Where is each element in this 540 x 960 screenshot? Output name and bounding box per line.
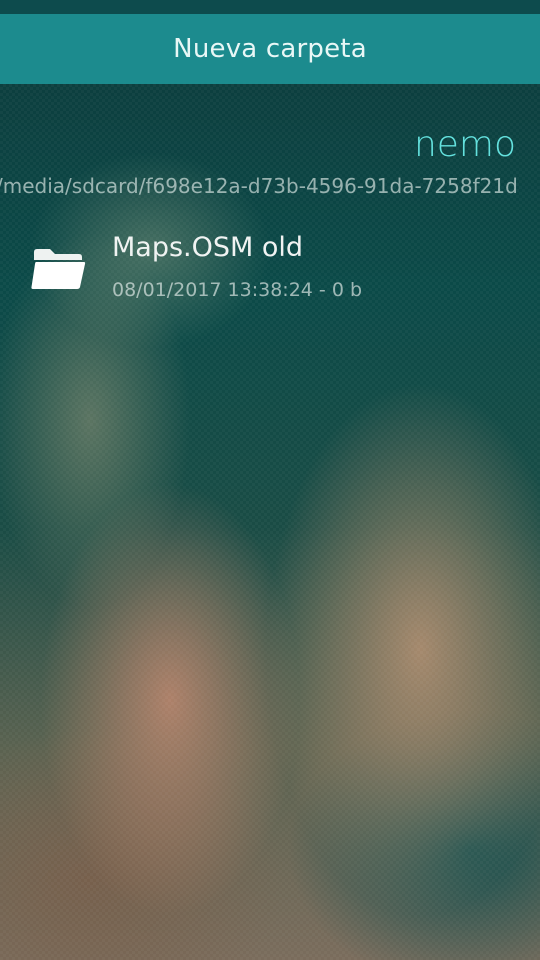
- folder-icon: [30, 246, 86, 292]
- pulley-menu-item-new-folder[interactable]: Nueva carpeta: [0, 14, 540, 84]
- pulley-menu-label: Nueva carpeta: [173, 34, 367, 64]
- directory-path: /media/sdcard/f698e12a-d73b-4596-91da-72…: [0, 174, 516, 198]
- page-title: nemo: [413, 124, 516, 165]
- file-list-item[interactable]: Maps.OSM old 08/01/2017 13:38:24 - 0 b: [0, 220, 540, 320]
- status-strip: [0, 0, 540, 14]
- file-name: Maps.OSM old: [112, 232, 304, 263]
- file-metadata: 08/01/2017 13:38:24 - 0 b: [112, 279, 363, 301]
